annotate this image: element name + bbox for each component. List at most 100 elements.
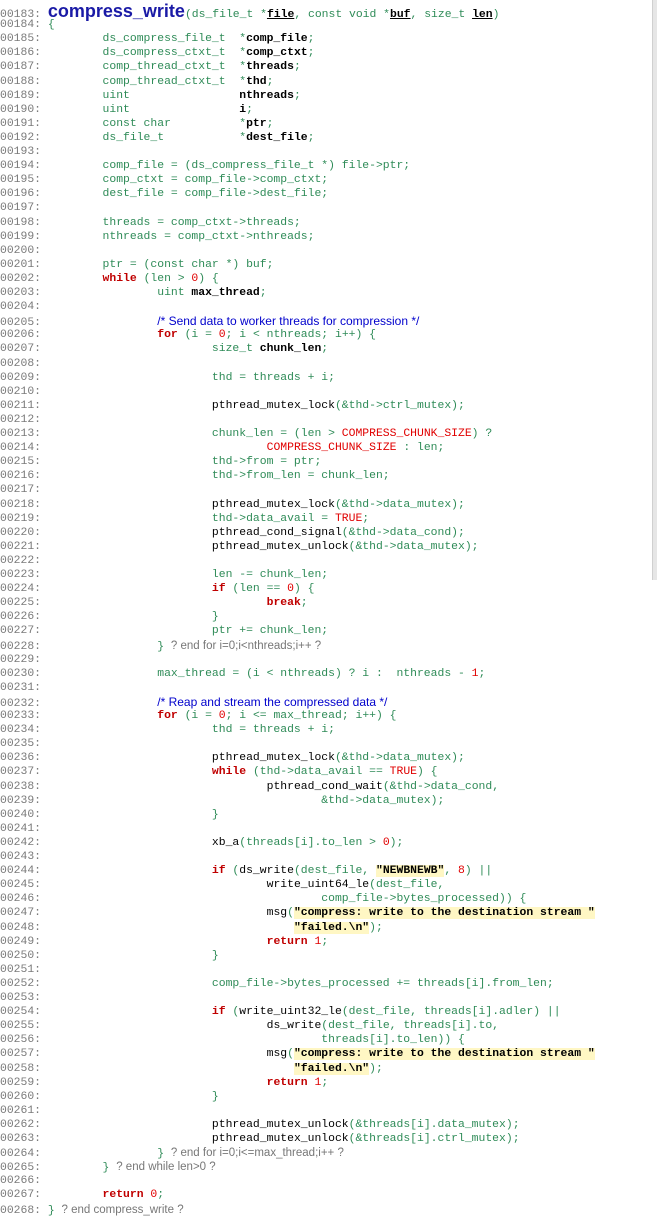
line-number: 00241: bbox=[0, 822, 42, 835]
code-line: 00221: pthread_mutex_unlock(&thd->data_m… bbox=[0, 540, 640, 554]
code-token: (thd->data_avail == bbox=[246, 766, 390, 779]
string-literal: "compress: write to the destination stre… bbox=[293, 1048, 595, 1061]
keyword: if bbox=[211, 865, 226, 878]
code-token: (&thd->data_cond); bbox=[341, 526, 465, 539]
code-line: 00228: } ? end for i=0;i<nthreads;i++ ? bbox=[0, 639, 640, 653]
code-line: 00202: while (len > 0) { bbox=[0, 272, 640, 286]
line-number: 00195: bbox=[0, 174, 42, 187]
code-token: thd->from_len = chunk_len; bbox=[47, 470, 390, 483]
code-line: 00196: dest_file = comp_file->dest_file; bbox=[0, 187, 640, 201]
code-line: 00207: size_t chunk_len; bbox=[0, 342, 640, 356]
scrollbar[interactable] bbox=[652, 0, 657, 580]
code-line: 00220: pthread_cond_signal(&thd->data_co… bbox=[0, 526, 640, 540]
line-number: 00199: bbox=[0, 230, 42, 243]
keyword: break bbox=[266, 597, 301, 610]
code-token: ) || bbox=[464, 865, 493, 878]
code-line: 00242: xb_a(threads[i].to_len > 0); bbox=[0, 836, 640, 850]
code-token: ; bbox=[362, 512, 370, 525]
code-token: TRUE bbox=[389, 766, 417, 779]
string-literal: "failed.\n" bbox=[293, 1062, 370, 1075]
code-token: uint bbox=[47, 89, 240, 102]
code-token: max_thread bbox=[191, 287, 260, 299]
code-line: 00185: ds_compress_file_t *comp_file; bbox=[0, 32, 640, 46]
code-line: 00236: pthread_mutex_lock(&thd->data_mut… bbox=[0, 751, 640, 765]
code-line: 00193: bbox=[0, 145, 640, 159]
code-token: dest_file = comp_file->dest_file; bbox=[47, 188, 329, 201]
code-token: ds_file_t * bbox=[47, 131, 247, 144]
code-token: dest_file bbox=[246, 131, 308, 144]
line-number: 00237: bbox=[0, 766, 42, 779]
line-number: 00211: bbox=[0, 399, 42, 412]
code-token: nthreads bbox=[239, 89, 294, 102]
code-line: 00244: if (ds_write(dest_file, "NEWBNEWB… bbox=[0, 864, 640, 878]
code-token: (i = bbox=[177, 710, 219, 722]
code-token: msg bbox=[266, 1048, 288, 1061]
code-token: ; bbox=[300, 597, 308, 610]
code-token: } bbox=[47, 808, 219, 821]
keyword: return bbox=[266, 935, 308, 948]
line-number: 00244: bbox=[0, 865, 42, 878]
line-number: 00194: bbox=[0, 160, 42, 173]
line-number: 00231: bbox=[0, 681, 42, 694]
code-line: 00225: break; bbox=[0, 596, 640, 610]
code-line: 00266: bbox=[0, 1174, 640, 1188]
code-token: (dest_file, threads[i].to, bbox=[321, 1020, 500, 1033]
code-line: 00233: for (i = 0; i <= max_thread; i++)… bbox=[0, 709, 640, 723]
line-number: 00267: bbox=[0, 1189, 42, 1202]
keyword: return bbox=[266, 1076, 308, 1089]
code-line: 00223: len -= chunk_len; bbox=[0, 568, 640, 582]
code-comment: /* Reap and stream the compressed data *… bbox=[157, 694, 388, 709]
code-line: 00188: comp_thread_ctxt_t *thd; bbox=[0, 75, 640, 89]
code-token: (dest_file, bbox=[369, 879, 445, 892]
code-token: pthread_mutex_lock bbox=[211, 498, 335, 511]
line-number: 00238: bbox=[0, 780, 42, 793]
code-line: 00268: } ? end compress_write ? bbox=[0, 1203, 640, 1217]
code-token: ) { bbox=[293, 583, 315, 596]
code-token: ; bbox=[321, 935, 329, 948]
code-line: 00232: /* Reap and stream the compressed… bbox=[0, 694, 640, 710]
code-line: 00255: ds_write(dest_file, threads[i].to… bbox=[0, 1019, 640, 1033]
code-line: 00189: uint nthreads; bbox=[0, 89, 640, 103]
code-line: 00204: bbox=[0, 300, 640, 314]
line-number: 00202: bbox=[0, 272, 42, 285]
code-token: 0 bbox=[382, 836, 390, 849]
code-token: (len > bbox=[136, 272, 192, 285]
line-number: 00239: bbox=[0, 794, 42, 807]
code-line: 00247: msg("compress: write to the desti… bbox=[0, 906, 640, 920]
code-token: comp_file bbox=[246, 33, 308, 46]
line-number: 00192: bbox=[0, 131, 42, 144]
code-token: max_thread = (i < nthreads) ? i : nthrea… bbox=[47, 667, 472, 680]
code-line: 00226: } bbox=[0, 610, 640, 624]
code-listing: 00183: compress_write(ds_file_t *file, c… bbox=[0, 0, 640, 1230]
code-line: 00251: bbox=[0, 963, 640, 977]
line-number: 00212: bbox=[0, 413, 42, 426]
line-number: 00264: bbox=[0, 1148, 42, 1161]
line-number: 00213: bbox=[0, 428, 42, 440]
code-token: (dest_file, threads[i].adler) || bbox=[341, 1006, 561, 1019]
line-number: 00240: bbox=[0, 808, 42, 821]
code-token: ; bbox=[259, 287, 267, 299]
code-line: 00261: bbox=[0, 1104, 640, 1118]
code-token: thd = threads + i; bbox=[47, 724, 335, 737]
line-number: 00191: bbox=[0, 117, 42, 130]
code-token: } bbox=[47, 1162, 117, 1175]
code-token: uint bbox=[47, 103, 240, 116]
code-token: thd->data_avail = bbox=[47, 512, 335, 525]
line-number: 00233: bbox=[0, 710, 42, 722]
line-number: 00249: bbox=[0, 935, 42, 948]
code-line: 00190: uint i; bbox=[0, 103, 640, 117]
code-line: 00267: return 0; bbox=[0, 1188, 640, 1202]
code-token: (&thd->ctrl_mutex); bbox=[334, 399, 465, 412]
